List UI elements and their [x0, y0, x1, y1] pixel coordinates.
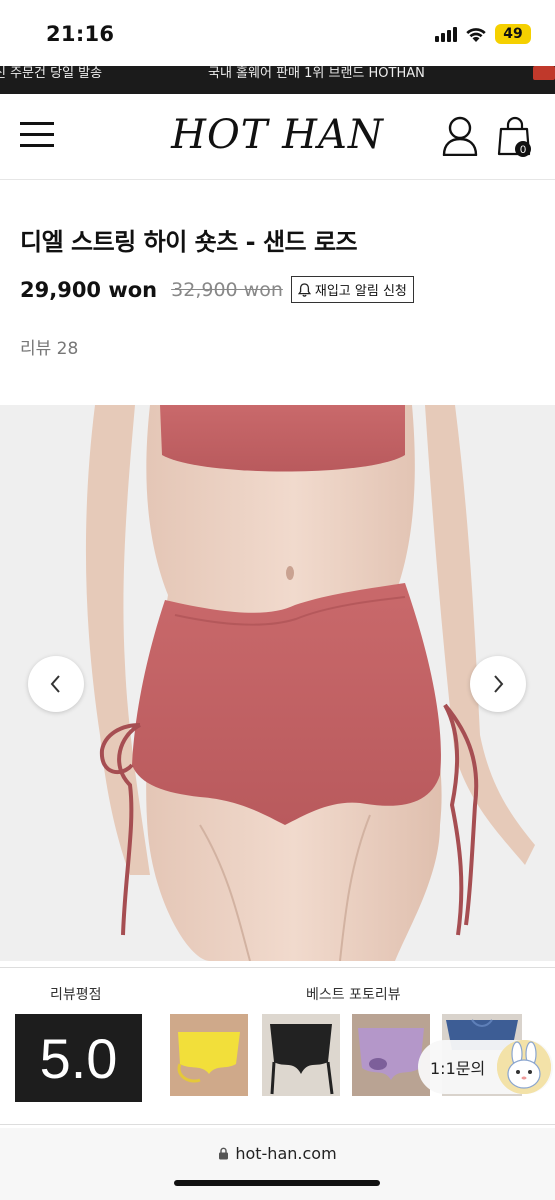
- review-thumbnail[interactable]: [262, 1014, 340, 1096]
- restock-alert-label: 재입고 알림 신청: [314, 284, 407, 299]
- inquiry-chat-label: 1:1문의: [430, 1059, 486, 1078]
- status-icons: 49: [435, 24, 531, 44]
- yellow-shorts-thumbnail: [170, 1014, 248, 1096]
- rating-score: 5.0: [15, 1014, 142, 1102]
- restock-alert-button[interactable]: 재입고 알림 신청: [290, 276, 414, 303]
- black-shorts-thumbnail: [262, 1014, 340, 1096]
- signal-icon: [435, 26, 457, 42]
- cart-icon[interactable]: 0: [496, 116, 534, 158]
- review-thumbnail[interactable]: [352, 1014, 430, 1096]
- product-title: 디엘 스트링 하이 숏츠 - 샌드 로즈: [20, 228, 358, 256]
- site-header: HOT HAN 0: [0, 94, 555, 180]
- bell-icon: [297, 282, 311, 297]
- wifi-icon: [466, 27, 486, 42]
- lock-icon: [219, 1147, 229, 1160]
- announcement-banner[interactable]: 신 주문건 당일 발송 국내 홀웨어 판매 1위 브랜드 HOTHAN: [0, 66, 555, 94]
- banner-text-left: 신 주문건 당일 발송: [0, 66, 103, 81]
- home-indicator[interactable]: [174, 1180, 380, 1186]
- original-price: 32,900 won: [171, 278, 283, 301]
- best-photo-review-label: 베스트 포토리뷰: [306, 987, 401, 1003]
- review-thumbnail[interactable]: [170, 1014, 248, 1096]
- chevron-right-icon: [494, 675, 504, 693]
- carousel-next-button[interactable]: [470, 656, 526, 712]
- url-text: hot-han.com: [235, 1144, 337, 1163]
- browser-url-bar[interactable]: hot-han.com: [0, 1128, 555, 1200]
- status-bar: 21:16 49: [0, 0, 555, 66]
- price-row: 29,900 won 32,900 won 재입고 알림 신청: [20, 276, 414, 303]
- rabbit-mascot-icon: [497, 1040, 551, 1094]
- sale-price: 29,900 won: [20, 277, 158, 302]
- url-display: hot-han.com: [0, 1144, 555, 1163]
- banner-text-center: 국내 홀웨어 판매 1위 브랜드 HOTHAN: [208, 66, 425, 81]
- chevron-left-icon: [50, 675, 60, 693]
- carousel-prev-button[interactable]: [28, 656, 84, 712]
- cart-count-badge: 0: [520, 144, 526, 156]
- banner-badge-icon: [533, 66, 555, 80]
- user-icon[interactable]: [442, 116, 478, 156]
- inquiry-chat-button[interactable]: 1:1문의: [418, 1040, 553, 1094]
- lavender-shorts-thumbnail: [352, 1014, 430, 1096]
- status-time: 21:16: [46, 22, 115, 46]
- battery-indicator: 49: [495, 24, 531, 44]
- review-count[interactable]: 리뷰 28: [20, 334, 78, 359]
- rating-label: 리뷰평점: [50, 987, 102, 1003]
